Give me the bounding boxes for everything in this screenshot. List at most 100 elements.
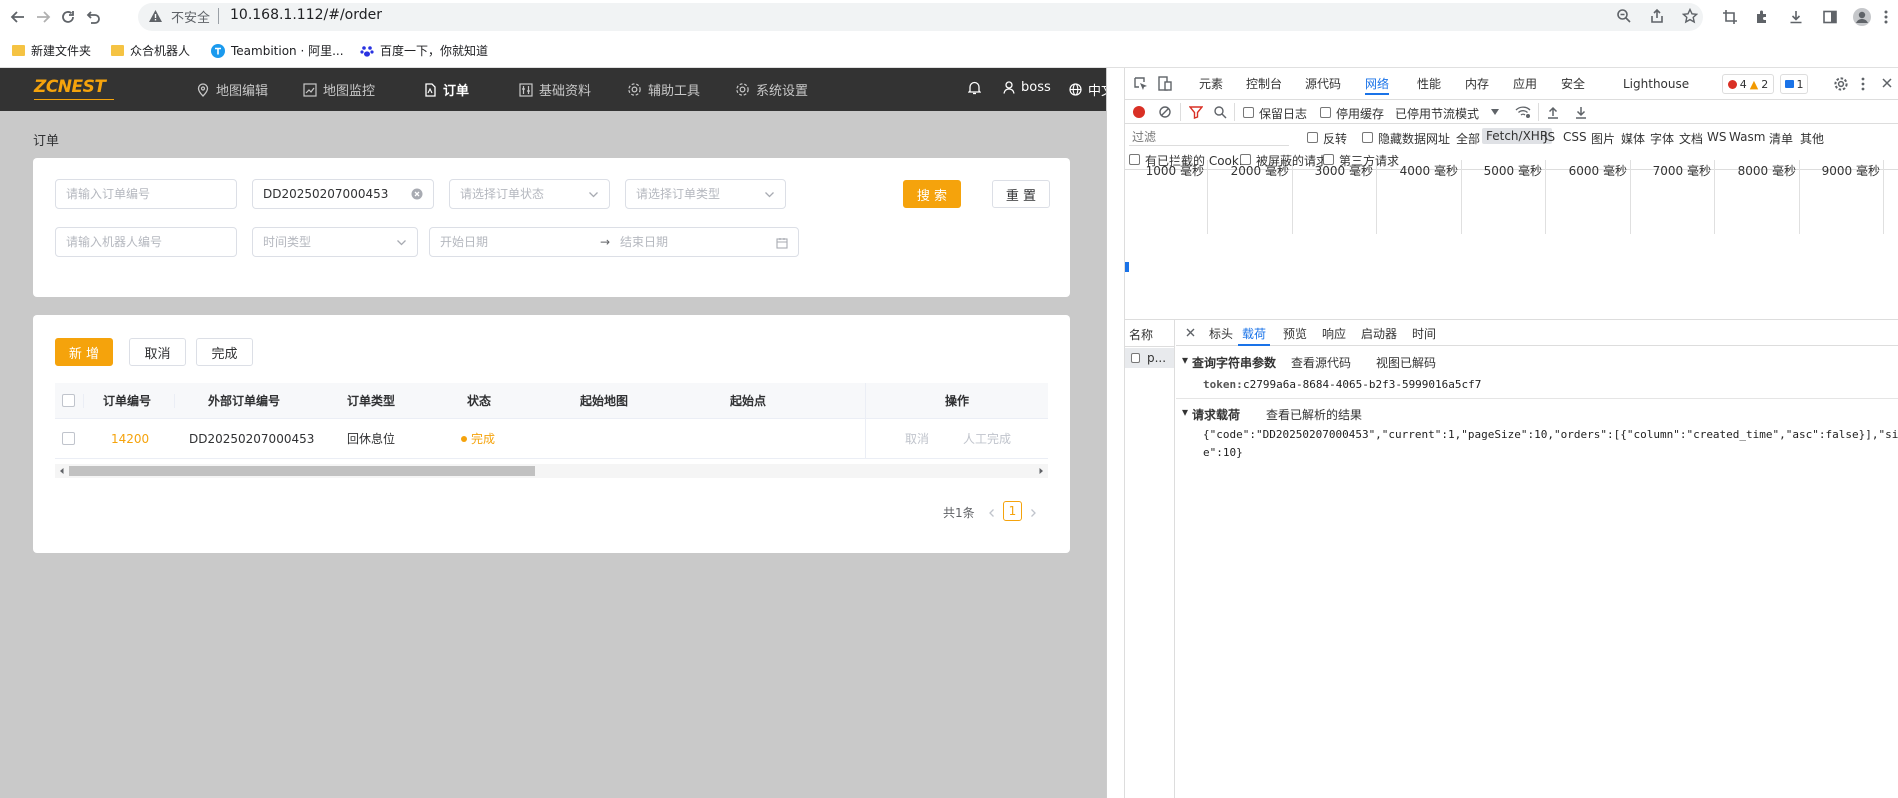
logo[interactable]: ZCNEST [34,77,106,97]
search-button[interactable]: 搜 索 [903,180,961,208]
cancel-button[interactable]: 取消 [129,338,186,366]
section-caret-icon[interactable]: ▾ [1182,353,1188,367]
disable-cache-label[interactable]: 停用缓存 [1336,105,1384,122]
order-type-select[interactable]: 请选择订单类型 [625,179,786,209]
row-checkbox[interactable] [62,432,75,445]
prev-page-icon[interactable] [987,508,997,518]
type-fetch-xhr[interactable]: Fetch/XHR [1482,128,1553,144]
view-parsed-link[interactable]: 查看已解析的结果 [1266,406,1362,423]
nav-map-monitor[interactable]: 地图监控 [303,80,375,99]
view-source-link[interactable]: 查看源代码 [1291,354,1351,371]
type-css[interactable]: CSS [1563,130,1587,144]
filter-funnel-icon[interactable] [1189,105,1203,119]
devtools-gutter[interactable] [1107,68,1125,798]
search-icon[interactable] [1213,105,1227,119]
col-external-no[interactable]: 外部订单编号 [208,383,280,419]
scroll-left-icon[interactable] [58,467,66,475]
view-decoded-link[interactable]: 视图已解码 [1376,354,1436,371]
detail-tab-payload[interactable]: 载荷 [1238,325,1271,346]
name-column-header[interactable]: 名称 [1129,326,1153,343]
request-row[interactable]: p... [1125,348,1174,368]
profile-avatar-icon[interactable] [1850,5,1874,29]
star-icon[interactable] [1679,5,1701,27]
col-operation[interactable]: 操作 [945,383,969,419]
section-caret-icon[interactable]: ▾ [1182,405,1188,419]
detail-tab-headers[interactable]: 标头 [1209,325,1233,342]
gear-icon[interactable] [1833,76,1849,92]
horizontal-scrollbar[interactable] [55,464,1048,478]
complete-button[interactable]: 完成 [196,338,253,366]
zoom-icon[interactable] [1613,5,1635,27]
language-switch[interactable]: 中文 [1069,80,1106,99]
col-status[interactable]: 状态 [467,383,491,419]
nav-basic-data[interactable]: 基础资料 [519,80,591,99]
tab-lighthouse[interactable]: Lighthouse [1623,73,1689,95]
throttle-select[interactable]: 已停用节流模式 [1395,105,1479,122]
security-label[interactable]: 不安全 [171,7,210,26]
network-conditions-icon[interactable] [1515,105,1531,119]
type-all[interactable]: 全部 [1456,130,1480,147]
table-row[interactable]: 14200 DD20250207000453 回休息位 完成 取消 人工完成 [55,419,1048,459]
clear-icon[interactable] [411,188,423,200]
invert-label[interactable]: 反转 [1323,130,1347,147]
bookmark-link[interactable]: Teambition · 阿里... [211,42,344,59]
bookmark-link[interactable]: 百度一下，你就知道 [360,42,488,59]
disable-cache-checkbox[interactable] [1320,107,1331,118]
reload-icon[interactable] [56,5,80,29]
dropdown-caret-icon[interactable] [1491,109,1499,115]
extensions-icon[interactable] [1750,5,1774,29]
type-img[interactable]: 图片 [1591,130,1615,147]
tab-network[interactable]: 网络 [1365,73,1390,95]
invert-checkbox[interactable] [1307,132,1318,143]
cell-order-no[interactable]: 14200 [111,419,149,459]
detail-tab-timing[interactable]: 时间 [1412,325,1436,342]
tab-application[interactable]: 应用 [1513,73,1537,95]
op-cancel-link[interactable]: 取消 [905,419,929,459]
reset-button[interactable]: 重 置 [992,180,1050,208]
preserve-log-label[interactable]: 保留日志 [1259,105,1307,122]
op-manual-complete-link[interactable]: 人工完成 [963,419,1011,459]
warning-icon[interactable] [148,9,163,23]
inspect-icon[interactable] [1133,76,1149,92]
filter-input[interactable]: 过滤 [1129,128,1289,146]
tab-elements[interactable]: 元素 [1199,73,1223,95]
type-js[interactable]: JS [1544,130,1555,144]
tab-console[interactable]: 控制台 [1246,73,1282,95]
col-order-type[interactable]: 订单类型 [347,383,395,419]
col-order-no[interactable]: 订单编号 [103,383,151,419]
close-detail-icon[interactable] [1186,328,1195,337]
share-icon[interactable] [1646,5,1668,27]
detail-tab-response[interactable]: 响应 [1322,325,1346,342]
type-wasm[interactable]: Wasm [1729,130,1765,144]
select-all-checkbox[interactable] [62,394,75,407]
nav-orders[interactable]: 订单 [424,80,469,99]
undo-icon[interactable] [81,5,105,29]
scrollbar-thumb[interactable] [69,466,535,476]
hide-data-urls-checkbox[interactable] [1362,132,1373,143]
back-icon[interactable] [6,5,30,29]
col-start-map[interactable]: 起始地图 [580,383,628,419]
detail-tab-initiator[interactable]: 启动器 [1361,325,1397,342]
order-no-input[interactable]: 请输入订单编号 [55,179,237,209]
tab-memory[interactable]: 内存 [1465,73,1489,95]
date-range-picker[interactable]: 开始日期 → 结束日期 [429,227,799,257]
clear-log-icon[interactable] [1159,106,1171,118]
bell-icon[interactable] [968,80,981,95]
menu-icon[interactable] [1874,5,1898,29]
type-media[interactable]: 媒体 [1621,130,1645,147]
bookmark-folder[interactable]: 众合机器人 [111,42,190,59]
bookmark-folder[interactable]: 新建文件夹 [12,42,91,59]
download-icon[interactable] [1784,5,1808,29]
type-ws[interactable]: WS [1707,130,1726,144]
add-button[interactable]: 新 增 [55,338,113,366]
forward-icon[interactable] [31,5,55,29]
more-icon[interactable] [1861,76,1865,92]
timeline-overview[interactable] [1125,170,1898,320]
detail-tab-preview[interactable]: 预览 [1283,325,1307,342]
query-section-title[interactable]: 查询字符串参数 [1192,354,1276,371]
hide-data-urls-label[interactable]: 隐藏数据网址 [1378,130,1450,147]
tab-sources[interactable]: 源代码 [1305,73,1341,95]
tab-performance[interactable]: 性能 [1417,73,1441,95]
type-manifest[interactable]: 清单 [1769,130,1793,147]
export-har-icon[interactable] [1575,105,1587,119]
